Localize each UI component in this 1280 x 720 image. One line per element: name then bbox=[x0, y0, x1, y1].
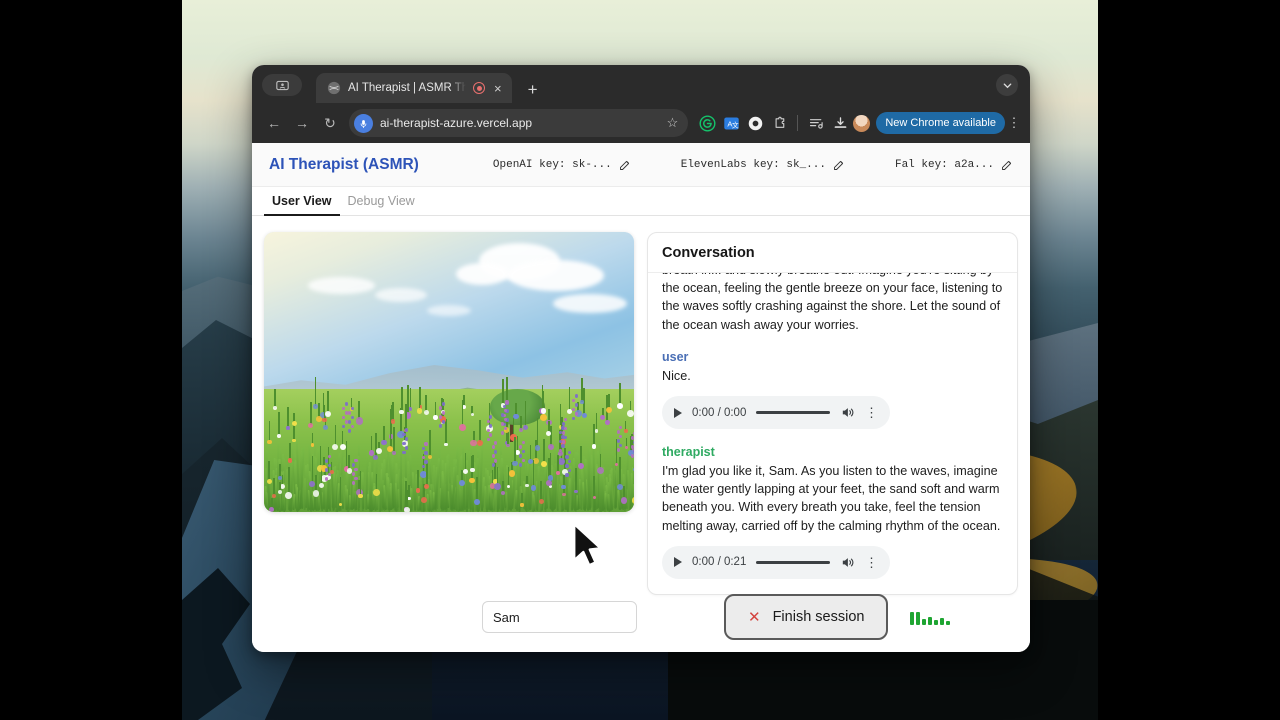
browser-tab-active[interactable]: AI Therapist | ASMR Thera × bbox=[316, 73, 512, 103]
message-text: breath in... and slowly breathe out. Ima… bbox=[662, 273, 1003, 332]
name-input[interactable] bbox=[482, 601, 637, 633]
message-item: user Nice. 0:00 / 0:00 ⋮ bbox=[662, 334, 1003, 430]
meter-bar bbox=[922, 619, 927, 625]
conversation-title: Conversation bbox=[662, 245, 755, 261]
fal-key-label: Fal key: a2a... bbox=[894, 158, 994, 171]
download-icon[interactable] bbox=[829, 112, 851, 134]
browser-menu-icon[interactable]: ⋮ bbox=[1007, 115, 1021, 131]
adblock-icon[interactable] bbox=[744, 112, 766, 134]
mouse-cursor bbox=[573, 522, 602, 567]
tab-debug-view[interactable]: Debug View bbox=[340, 187, 423, 216]
play-icon[interactable] bbox=[674, 407, 682, 418]
audio-more-icon[interactable]: ⋮ bbox=[865, 556, 878, 569]
grammarly-icon[interactable] bbox=[696, 112, 718, 134]
chrome-update-button[interactable]: New Chrome available bbox=[876, 112, 1005, 134]
audio-time: 0:00 / 0:21 bbox=[692, 556, 747, 569]
audio-player[interactable]: 0:00 / 0:21 ⋮ bbox=[662, 545, 890, 579]
new-tab-button[interactable]: + bbox=[528, 81, 538, 98]
elevenlabs-key-item[interactable]: ElevenLabs key: sk_... bbox=[681, 159, 845, 171]
message-item: therapist I'm glad you like it, Sam. As … bbox=[662, 429, 1003, 579]
audio-level-meter bbox=[910, 609, 951, 625]
reading-list-icon[interactable] bbox=[805, 112, 827, 134]
reload-button[interactable]: ↻ bbox=[317, 110, 343, 136]
browser-toolbar: ← → ↻ ai-therapist-azure.vercel.app ☆ A文 bbox=[252, 103, 1030, 143]
session-controls: ✕ Finish session bbox=[252, 594, 1030, 640]
conversation-scroll-area[interactable]: breath in... and slowly breathe out. Ima… bbox=[648, 273, 1017, 594]
message-text: I'm glad you like it, Sam. As you listen… bbox=[662, 464, 1001, 533]
web-page: AI Therapist (ASMR) OpenAI key: sk-... E… bbox=[252, 143, 1030, 652]
page-title: AI Therapist (ASMR) bbox=[269, 155, 419, 173]
tab-search-button[interactable] bbox=[262, 74, 302, 96]
edit-icon[interactable] bbox=[619, 159, 631, 171]
finish-session-label: Finish session bbox=[772, 609, 865, 625]
meter-bar bbox=[946, 621, 951, 625]
edit-icon[interactable] bbox=[1001, 159, 1013, 171]
meter-bar bbox=[940, 618, 945, 625]
tab-search-icon bbox=[275, 80, 289, 90]
openai-key-label: OpenAI key: sk-... bbox=[492, 158, 612, 171]
browser-tab-strip: AI Therapist | ASMR Thera × + bbox=[252, 65, 1030, 103]
bookmark-star-icon[interactable]: ☆ bbox=[667, 115, 679, 131]
view-tabs: User View Debug View bbox=[252, 187, 1030, 216]
conversation-panel: Conversation breath in... and slowly bre… bbox=[647, 232, 1018, 595]
extensions-puzzle-icon[interactable] bbox=[768, 112, 790, 134]
fal-key-item[interactable]: Fal key: a2a... bbox=[895, 159, 1013, 171]
address-bar[interactable]: ai-therapist-azure.vercel.app ☆ bbox=[349, 109, 689, 137]
message-text: Nice. bbox=[662, 368, 691, 383]
audio-progress-track[interactable] bbox=[756, 560, 830, 564]
forward-button[interactable]: → bbox=[289, 110, 315, 136]
meter-bar bbox=[934, 620, 939, 625]
tab-recording-indicator-icon bbox=[473, 82, 485, 94]
api-keys-group: OpenAI key: sk-... ElevenLabs key: sk_..… bbox=[493, 159, 1013, 171]
back-button[interactable]: ← bbox=[261, 110, 287, 136]
finish-session-button[interactable]: ✕ Finish session bbox=[724, 594, 889, 640]
browser-tab-title: AI Therapist | ASMR Thera bbox=[348, 82, 466, 94]
tab-close-icon[interactable]: × bbox=[492, 82, 504, 95]
ambient-scene-image bbox=[264, 232, 634, 512]
message-item: breath in... and slowly breathe out. Ima… bbox=[662, 273, 1003, 334]
microphone-site-icon bbox=[354, 113, 373, 133]
conversation-header: Conversation bbox=[648, 233, 1017, 273]
site-favicon bbox=[327, 81, 341, 95]
openai-key-item[interactable]: OpenAI key: sk-... bbox=[493, 159, 631, 171]
desktop: AI Therapist | ASMR Thera × + ← → ↻ ai-t… bbox=[0, 0, 1280, 720]
toolbar-divider bbox=[797, 115, 799, 131]
close-icon: ✕ bbox=[748, 609, 761, 626]
edit-icon[interactable] bbox=[833, 159, 845, 171]
meter-bar bbox=[910, 612, 915, 625]
address-bar-url: ai-therapist-azure.vercel.app bbox=[380, 116, 533, 130]
meter-bar bbox=[928, 617, 933, 625]
audio-more-icon[interactable]: ⋮ bbox=[865, 406, 878, 419]
audio-time: 0:00 / 0:00 bbox=[692, 406, 747, 419]
message-role: therapist bbox=[662, 445, 715, 460]
volume-icon[interactable] bbox=[840, 405, 855, 420]
elevenlabs-key-label: ElevenLabs key: sk_... bbox=[680, 158, 826, 171]
tab-list-chevron-icon[interactable] bbox=[996, 74, 1018, 96]
play-icon[interactable] bbox=[674, 557, 682, 568]
meter-bar bbox=[916, 612, 921, 625]
app-header: AI Therapist (ASMR) OpenAI key: sk-... E… bbox=[252, 143, 1030, 187]
tab-user-view[interactable]: User View bbox=[264, 187, 340, 216]
browser-window: AI Therapist | ASMR Thera × + ← → ↻ ai-t… bbox=[252, 65, 1030, 652]
audio-player[interactable]: 0:00 / 0:00 ⋮ bbox=[662, 396, 890, 430]
profile-avatar[interactable] bbox=[853, 114, 871, 132]
translate-icon[interactable]: A文 bbox=[720, 112, 742, 134]
audio-progress-track[interactable] bbox=[756, 411, 830, 415]
main-content: Conversation breath in... and slowly bre… bbox=[252, 216, 1030, 652]
volume-icon[interactable] bbox=[840, 555, 855, 570]
message-role: user bbox=[662, 349, 689, 364]
svg-text:文: 文 bbox=[732, 120, 739, 129]
